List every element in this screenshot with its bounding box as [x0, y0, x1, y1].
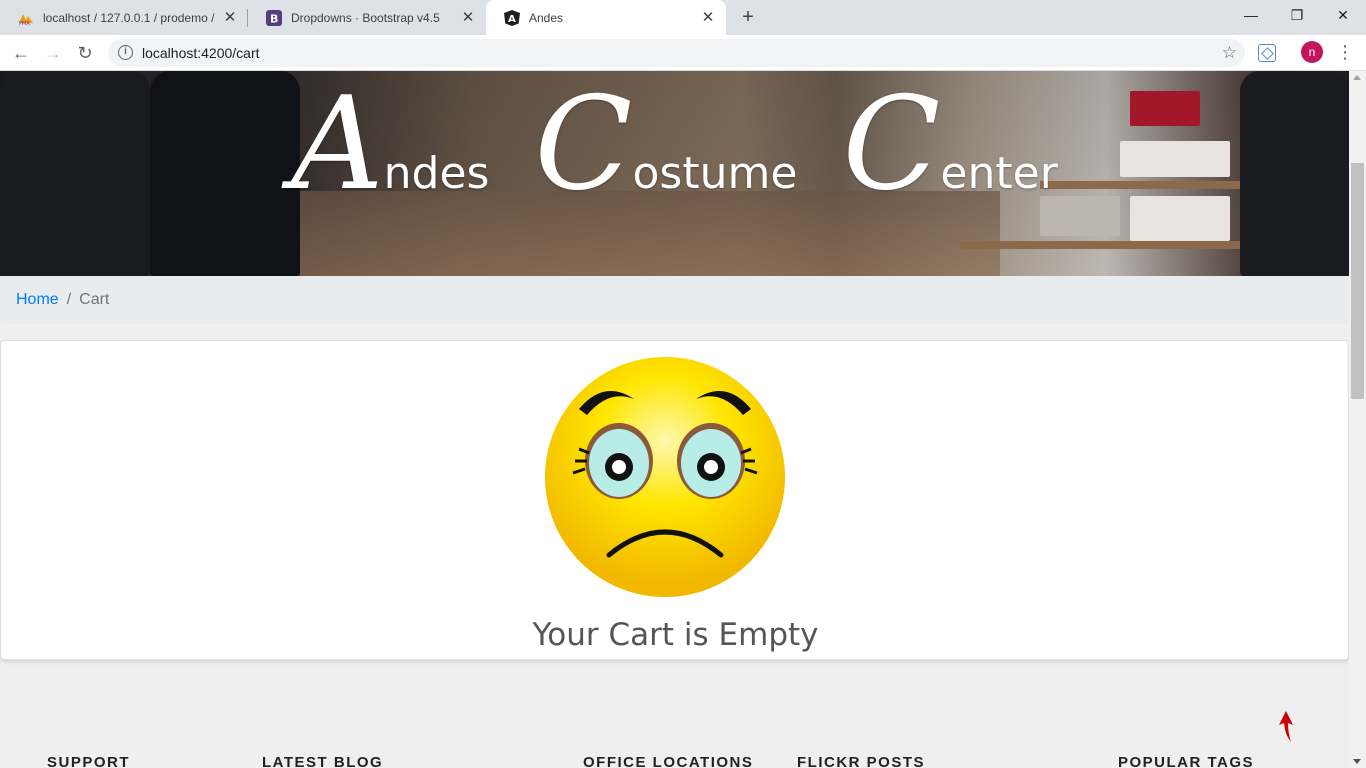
browser-toolbar: ← → ↻ i localhost:4200/cart ☆ [0, 35, 1366, 71]
tab-title: localhost / 127.0.0.1 / prodemo / [43, 10, 215, 25]
reload-icon[interactable]: ↻ [72, 40, 98, 66]
footer-heading-offices: OFFICE LOCATIONS [583, 754, 753, 768]
restore-icon[interactable]: ❐ [1274, 0, 1320, 30]
tab-bootstrap[interactable]: B Dropdowns · Bootstrap v4.5 ✕ [248, 0, 486, 35]
hero-initial: C [534, 71, 633, 219]
forward-arrow-icon[interactable]: → [40, 40, 66, 66]
tab-andes[interactable]: A Andes ✕ [486, 0, 726, 35]
sad-face-icon [545, 357, 785, 597]
close-icon[interactable]: ✕ [222, 9, 238, 26]
hero-shelf [960, 241, 1240, 249]
phpmyadmin-icon: PMA [18, 10, 34, 26]
back-arrow-icon[interactable]: ← [8, 40, 34, 66]
tab-title: Andes [529, 10, 564, 25]
scroll-up-icon[interactable] [1353, 75, 1361, 80]
info-icon[interactable]: i [118, 45, 133, 60]
hero-word: ndes [383, 148, 490, 199]
footer-heading-flickr: FLICKR POSTS [797, 754, 925, 768]
hero-title: Andes Costume Center [0, 81, 1349, 209]
address-bar[interactable]: i localhost:4200/cart ☆ [108, 39, 1245, 67]
tab-title: Dropdowns · Bootstrap v4.5 [291, 10, 440, 25]
breadcrumb-home-link[interactable]: Home [16, 291, 59, 309]
page-scrollbar[interactable] [1349, 71, 1366, 768]
close-icon[interactable]: ✕ [700, 9, 716, 26]
footer-heading-tags: POPULAR TAGS [1118, 754, 1254, 768]
svg-text:PMA: PMA [19, 21, 30, 25]
window-close-icon[interactable]: ✕ [1320, 0, 1366, 30]
bootstrap-icon: B [266, 9, 282, 26]
hero-initial: A [291, 71, 384, 219]
browser-tabstrip: PMA localhost / 127.0.0.1 / prodemo / ✕ … [0, 0, 1366, 35]
svg-text:A: A [508, 14, 516, 25]
empty-cart-message: Your Cart is Empty [532, 617, 819, 653]
scrollbar-thumb[interactable] [1351, 163, 1364, 399]
new-tab-icon[interactable]: + [736, 5, 760, 29]
browser-menu-icon[interactable]: ⋮ [1336, 40, 1354, 64]
empty-cart-card: Your Cart is Empty [0, 340, 1349, 660]
hero-word: ostume [632, 148, 798, 199]
tab-phpmyadmin[interactable]: PMA localhost / 127.0.0.1 / prodemo / ✕ [0, 0, 248, 35]
breadcrumb-separator: / [66, 291, 72, 308]
back-to-top-icon[interactable] [1277, 711, 1295, 743]
breadcrumb-current: Cart [79, 291, 110, 308]
page-viewport: Andes Costume Center Home / Cart Your Ca… [0, 71, 1349, 768]
profile-avatar[interactable]: n [1301, 41, 1323, 63]
hero-initial: C [842, 71, 941, 219]
bookmark-star-icon[interactable]: ☆ [1222, 41, 1237, 65]
extension-icon[interactable] [1258, 44, 1276, 62]
breadcrumb: Home / Cart [0, 276, 1349, 324]
close-icon[interactable]: ✕ [460, 9, 476, 26]
scroll-down-icon[interactable] [1353, 759, 1361, 764]
angular-icon: A [504, 9, 520, 26]
hero-word: enter [940, 148, 1058, 199]
url-text[interactable]: localhost:4200/cart [142, 39, 260, 67]
footer-headings: SUPPORT LATEST BLOG OFFICE LOCATIONS FLI… [0, 754, 1349, 768]
footer-heading-support: SUPPORT [47, 754, 130, 768]
minimize-icon[interactable]: — [1228, 0, 1274, 30]
hero-banner: Andes Costume Center [0, 71, 1349, 276]
footer-heading-blog: LATEST BLOG [262, 754, 383, 768]
svg-text:B: B [270, 12, 278, 25]
